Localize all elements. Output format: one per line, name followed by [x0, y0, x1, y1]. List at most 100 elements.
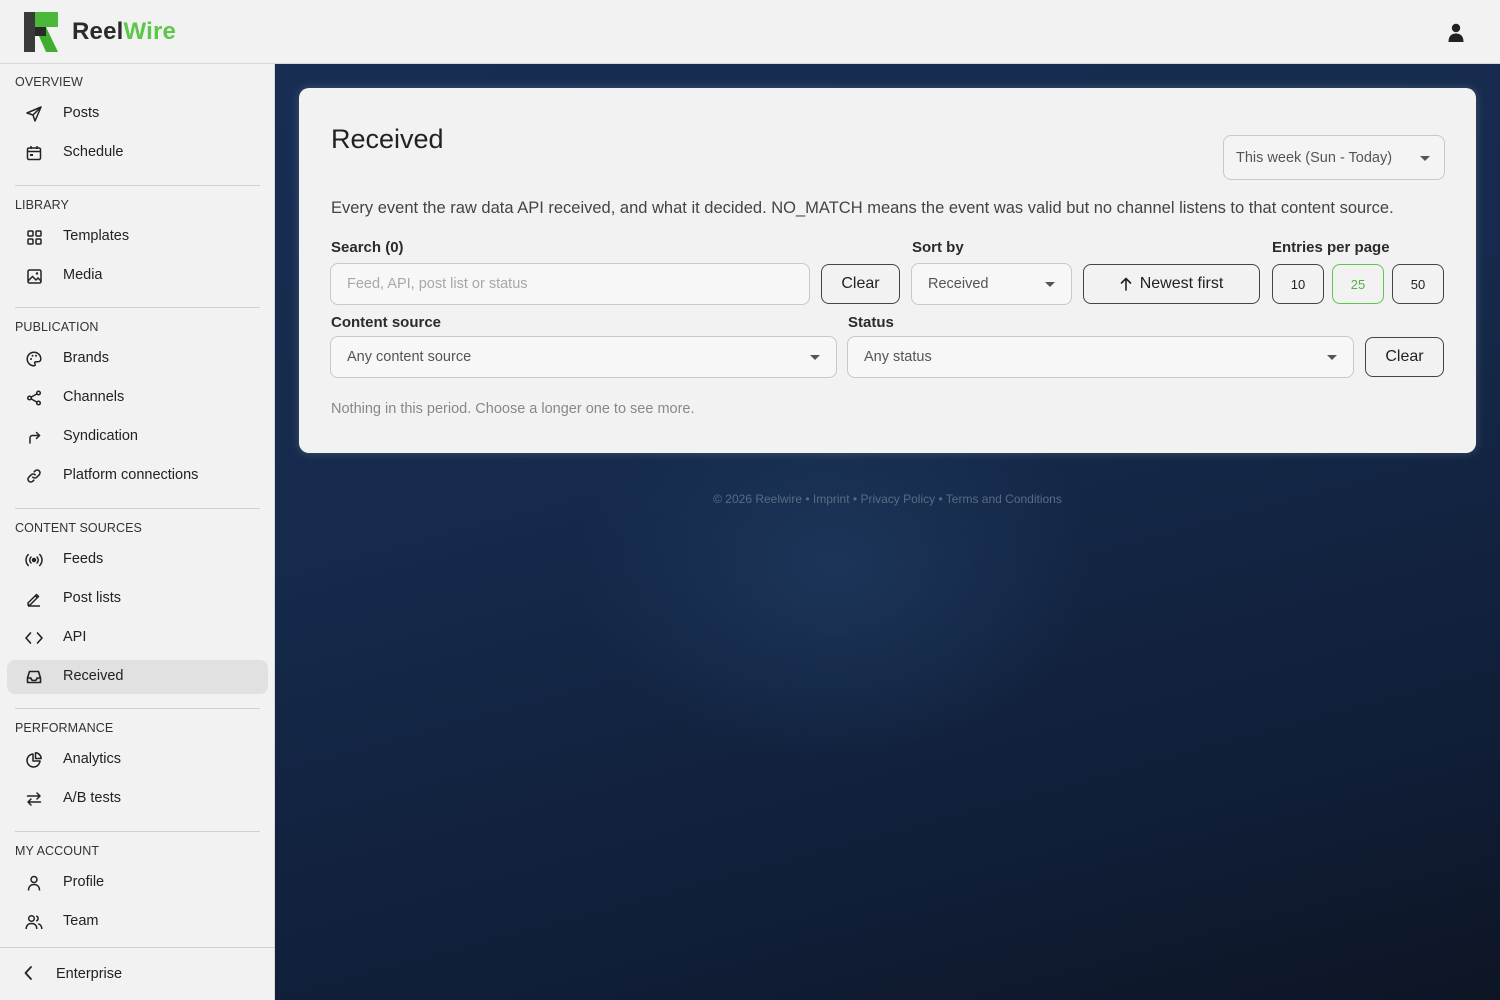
sidebar-item-label: Feeds: [63, 551, 104, 567]
footer-separator: •: [802, 492, 813, 506]
sidebar-item-posts[interactable]: Posts: [7, 97, 268, 131]
sidebar-item-team[interactable]: Team: [7, 905, 268, 939]
sidebar-item-label: Team: [63, 913, 99, 929]
sidebar-item-label: A/B tests: [63, 790, 122, 806]
code-icon: [25, 629, 43, 647]
search-label: Search (0): [331, 239, 404, 256]
status-label: Status: [848, 314, 894, 331]
search-input[interactable]: Feed, API, post list or status: [330, 263, 810, 305]
sidebar-item-channels[interactable]: Channels: [7, 381, 268, 415]
sidebar-divider: [15, 185, 260, 186]
grid-icon: [25, 228, 43, 246]
broadcast-icon: [25, 551, 43, 569]
sidebar-item-feeds[interactable]: Feeds: [7, 543, 268, 577]
received-card: Received This week (Sun - Today) Every e…: [299, 88, 1476, 453]
pencil-icon: [25, 590, 43, 608]
sidebar-item-analytics[interactable]: Analytics: [7, 743, 268, 777]
chevron-down-icon: [1420, 156, 1430, 161]
sidebar-item-platform-connections[interactable]: Platform connections: [7, 459, 268, 493]
image-icon: [25, 267, 43, 285]
period-select[interactable]: This week (Sun - Today): [1223, 135, 1445, 180]
brand-name-part1: Reel: [72, 18, 124, 45]
sidebar-divider: [15, 831, 260, 832]
sidebar-item-received[interactable]: Received: [7, 660, 268, 694]
sidebar-item-label: Schedule: [63, 144, 124, 160]
link-icon: [25, 467, 43, 485]
status-value: Any status: [864, 349, 932, 365]
account-menu-button[interactable]: [1442, 18, 1470, 46]
footer-link-terms[interactable]: Terms and Conditions: [946, 492, 1062, 506]
sidebar-item-label: Templates: [63, 228, 130, 244]
sidebar-divider: [15, 307, 260, 308]
sort-label: Sort by: [912, 239, 964, 256]
content-source-label: Content source: [331, 314, 442, 331]
sidebar-item-label: Post lists: [63, 590, 122, 606]
footer: © 2026 Reelwire • Imprint • Privacy Poli…: [275, 492, 1500, 506]
sidebar-item-brands[interactable]: Brands: [7, 342, 268, 376]
sidebar-item-profile[interactable]: Profile: [7, 866, 268, 900]
clear-filters-button[interactable]: Clear: [1365, 337, 1444, 377]
sidebar-divider: [15, 708, 260, 709]
brand-name: ReelWire: [72, 18, 176, 46]
user-icon: [1448, 23, 1464, 42]
calendar-icon: [25, 144, 43, 162]
footer-link-imprint[interactable]: Imprint: [813, 492, 850, 506]
logo-icon: [24, 12, 58, 52]
user-icon: [25, 874, 43, 892]
section-title-publication: PUBLICATION: [15, 320, 99, 334]
sidebar-item-ab-tests[interactable]: A/B tests: [7, 782, 268, 816]
sidebar-item-label: Channels: [63, 389, 125, 405]
sidebar-item-label: Profile: [63, 874, 105, 890]
enterprise-switch[interactable]: Enterprise: [0, 947, 275, 1000]
swap-icon: [25, 790, 43, 808]
sidebar-item-label: Received: [63, 668, 124, 684]
footer-separator: •: [849, 492, 861, 506]
chevron-left-icon: [19, 964, 37, 982]
sidebar-item-label: Analytics: [63, 751, 122, 767]
sidebar-item-templates[interactable]: Templates: [7, 220, 268, 254]
entries-50-button[interactable]: 50: [1392, 264, 1444, 304]
entries-10-button[interactable]: 10: [1272, 264, 1324, 304]
section-title-my-account: MY ACCOUNT: [15, 844, 100, 858]
main-content: Received This week (Sun - Today) Every e…: [275, 64, 1500, 1000]
sidebar-item-schedule[interactable]: Schedule: [7, 136, 268, 170]
inbox-icon: [25, 668, 43, 686]
footer-link-privacy[interactable]: Privacy Policy: [860, 492, 935, 506]
section-title-library: LIBRARY: [15, 198, 69, 212]
sidebar-item-label: Posts: [63, 105, 100, 121]
search-clear-button[interactable]: Clear: [821, 264, 900, 304]
share-icon: [25, 389, 43, 407]
sidebar-item-label: API: [63, 629, 87, 645]
sidebar-item-label: Syndication: [63, 428, 138, 444]
send-icon: [25, 105, 43, 123]
section-title-content-sources: CONTENT SOURCES: [15, 521, 142, 535]
footer-separator: •: [935, 492, 946, 506]
team-icon: [25, 913, 43, 931]
sidebar: OVERVIEW Posts Schedule LIBRARY Template…: [0, 64, 275, 1000]
search-placeholder: Feed, API, post list or status: [347, 276, 528, 292]
content-source-value: Any content source: [347, 349, 472, 365]
sort-order-button[interactable]: Newest first: [1083, 264, 1260, 304]
brand-name-part2: Wire: [123, 18, 177, 45]
section-title-overview: OVERVIEW: [15, 75, 83, 89]
sidebar-item-media[interactable]: Media: [7, 259, 268, 293]
enterprise-label: Enterprise: [56, 966, 123, 982]
chevron-down-icon: [810, 355, 820, 360]
pie-chart-icon: [25, 751, 43, 769]
sidebar-divider: [15, 508, 260, 509]
sort-order-label: Newest first: [1139, 275, 1224, 292]
entries-label: Entries per page: [1272, 239, 1390, 256]
sidebar-item-post-lists[interactable]: Post lists: [7, 582, 268, 616]
status-select[interactable]: Any status: [847, 336, 1354, 378]
palette-icon: [25, 350, 43, 368]
sort-select[interactable]: Received: [911, 263, 1072, 305]
page-description: Every event the raw data API received, a…: [331, 199, 1394, 217]
sort-value: Received: [928, 276, 989, 292]
sidebar-item-label: Platform connections: [63, 467, 199, 483]
sidebar-item-api[interactable]: API: [7, 621, 268, 655]
period-value: This week (Sun - Today): [1236, 150, 1393, 166]
sidebar-item-syndication[interactable]: Syndication: [7, 420, 268, 454]
content-source-select[interactable]: Any content source: [330, 336, 837, 378]
entries-25-button[interactable]: 25: [1332, 264, 1384, 304]
sidebar-item-label: Media: [63, 267, 103, 283]
